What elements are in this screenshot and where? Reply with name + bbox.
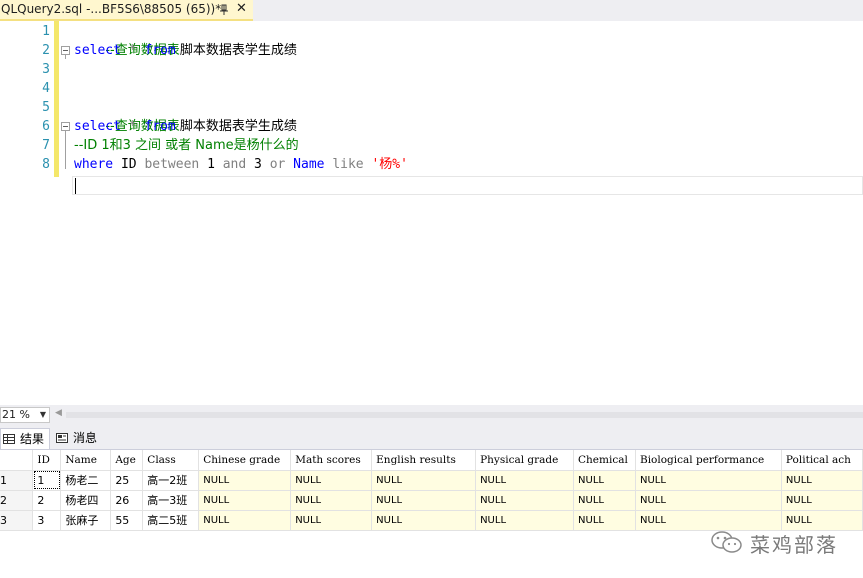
current-line-highlight [72,176,863,195]
table-cell[interactable]: NULL [475,510,575,531]
table-cell[interactable]: 1 [32,470,62,491]
table-cell[interactable]: NULL [290,510,373,531]
column-header[interactable]: Chinese grade [198,450,292,471]
row-number[interactable]: 2 [0,490,34,511]
chevron-down-icon: ▼ [39,410,46,419]
pin-icon[interactable] [218,4,230,16]
column-header[interactable]: ID [32,450,62,471]
table-cell[interactable]: NULL [371,470,477,491]
collapse-toggle-icon[interactable] [61,122,70,131]
table-cell[interactable]: 25 [110,470,144,491]
table-cell[interactable]: NULL [475,490,575,511]
grid-icon [3,434,15,444]
column-header[interactable]: Physical grade [475,450,575,471]
table-row[interactable]: 2 2 杨老四 26 高一3班 NULL NULL NULL NULL NULL… [0,490,863,511]
zoom-bar: 21 % ▼ ◀ [0,405,863,425]
column-header[interactable]: Biological performance [635,450,782,471]
table-cell[interactable]: NULL [635,490,782,511]
results-grid[interactable]: ID Name Age Class Chinese grade Math sco… [0,450,863,578]
corner-cell[interactable] [0,450,34,471]
table-cell[interactable]: NULL [635,510,782,531]
table-cell[interactable]: NULL [781,490,863,511]
zoom-dropdown[interactable]: 21 % ▼ [0,407,50,423]
column-header[interactable]: Math scores [290,450,373,471]
horizontal-scrollbar[interactable] [66,412,863,418]
header-row: ID Name Age Class Chinese grade Math sco… [0,450,863,471]
table-cell[interactable]: 26 [110,490,144,511]
table-cell[interactable]: 高一2班 [142,470,200,491]
line-number: 1 [42,24,50,39]
column-header[interactable]: Age [110,450,144,471]
table-cell[interactable]: 杨老二 [60,470,112,491]
table-cell[interactable]: NULL [635,470,782,491]
table-cell[interactable]: NULL [290,490,373,511]
query-tab[interactable]: QLQuery2.sql -...BF5S6\88505 (65))* ✕ [0,0,253,21]
fold-guide [65,131,66,169]
code-line: --ID 1和3 之间 或者 Name是杨什么的 [74,138,299,153]
results-table: ID Name Age Class Chinese grade Math sco… [0,450,863,531]
column-header[interactable]: Name [60,450,112,471]
table-cell[interactable]: NULL [573,490,636,511]
line-number: 5 [42,100,50,115]
column-header[interactable]: Chemical [573,450,636,471]
table-cell[interactable]: NULL [781,510,863,531]
line-number: 2 [42,43,50,58]
table-cell[interactable]: 3 [32,510,62,531]
document-tab-bar: QLQuery2.sql -...BF5S6\88505 (65))* ✕ [0,0,863,21]
column-header[interactable]: Class [142,450,200,471]
table-cell[interactable]: NULL [198,470,292,491]
table-cell[interactable]: 张麻子 [60,510,112,531]
table-cell[interactable]: 2 [32,490,62,511]
table-cell[interactable]: NULL [198,490,292,511]
code-line: where ID between 1 and 3 or Name like '杨… [74,157,408,172]
table-cell[interactable]: 55 [110,510,144,531]
table-cell[interactable]: NULL [290,470,373,491]
text-caret [75,178,76,194]
scroll-left-icon[interactable]: ◀ [55,408,62,418]
code-line: select * from 脚本数据表学生成绩 [74,119,297,134]
table-cell[interactable]: NULL [573,510,636,531]
table-cell[interactable]: 高一3班 [142,490,200,511]
table-cell[interactable]: NULL [573,470,636,491]
table-cell[interactable]: NULL [781,470,863,491]
zoom-value: 21 % [2,408,30,421]
line-number: 7 [42,138,50,153]
tab-results[interactable]: 结果 [0,428,50,449]
line-number-gutter: 1 2 3 4 5 6 7 8 [0,21,56,405]
line-number: 4 [42,81,50,96]
column-header[interactable]: Political ach [781,450,863,471]
code-line: select * from 脚本数据表学生成绩 [74,43,297,58]
table-cell[interactable]: NULL [475,470,575,491]
table-cell[interactable]: 高二5班 [142,510,200,531]
row-number[interactable]: 1 [0,470,34,491]
results-tab-bar: 结果 消息 [0,425,863,450]
fold-guide [65,55,66,59]
watermark-text: 菜鸡部落 [750,533,838,557]
sql-editor[interactable]: 1 2 3 4 5 6 7 8 --查询数据表 select * from 脚本… [0,21,863,405]
collapse-toggle-icon[interactable] [61,46,70,55]
tab-messages-label: 消息 [73,431,98,445]
table-row[interactable]: 1 1 杨老二 25 高一2班 NULL NULL NULL NULL NULL… [0,470,863,491]
line-number: 6 [42,119,50,134]
tab-results-label: 结果 [20,432,45,446]
line-number: 3 [42,62,50,77]
close-tab-icon[interactable]: ✕ [236,2,247,16]
table-cell[interactable]: NULL [371,490,477,511]
table-cell[interactable]: NULL [198,510,292,531]
tab-messages[interactable]: 消息 [54,428,106,449]
line-number: 8 [42,157,50,172]
change-tracking-bar [54,21,59,177]
column-header[interactable]: English results [371,450,477,471]
wechat-icon [711,531,742,553]
row-number[interactable]: 3 [0,510,34,531]
table-cell[interactable]: NULL [371,510,477,531]
table-cell[interactable]: 杨老四 [60,490,112,511]
message-icon [56,433,68,443]
table-row[interactable]: 3 3 张麻子 55 高二5班 NULL NULL NULL NULL NULL… [0,510,863,531]
tab-title: QLQuery2.sql -...BF5S6\88505 (65))* [1,2,222,16]
watermark: 菜鸡部落 [710,529,860,557]
